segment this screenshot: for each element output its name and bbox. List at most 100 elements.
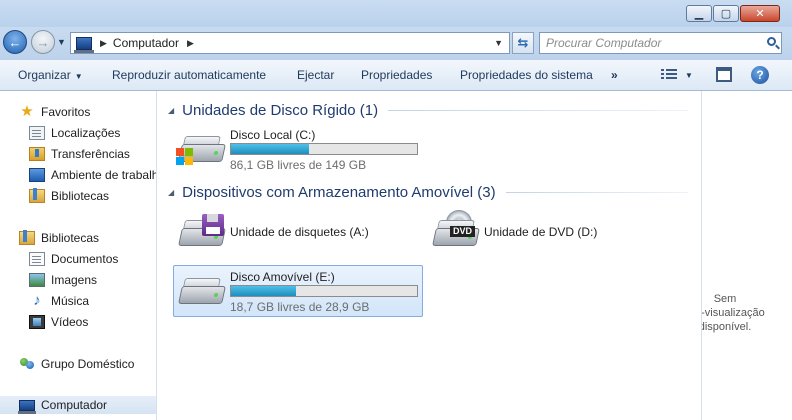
nav-label: Computador: [41, 398, 108, 412]
group-title: Dispositivos com Armazenamento Amovível …: [182, 184, 496, 201]
more-commands-button[interactable]: »: [611, 68, 618, 82]
floppy-disk-icon: [202, 214, 224, 236]
change-view-icon[interactable]: [661, 67, 677, 83]
recent-places-icon: [29, 126, 45, 140]
desktop-icon: [29, 168, 45, 182]
nav-label: Vídeos: [51, 315, 89, 329]
nav-label: Bibliotecas: [51, 189, 110, 203]
arrow-left-icon: ←: [8, 34, 22, 50]
organize-button[interactable]: Organizar ▼: [18, 68, 83, 82]
drive-usage-fill: [231, 286, 297, 296]
refresh-button[interactable]: ⇆: [512, 32, 534, 54]
close-button[interactable]: ✕: [740, 5, 780, 22]
drive-name: Disco Local (C:): [230, 128, 316, 142]
drive-free-space: 86,1 GB livres de 149 GB: [230, 158, 367, 172]
drive-name: Unidade de disquetes (A:): [230, 225, 369, 239]
music-note-icon: ♪: [33, 292, 41, 309]
command-bar: Organizar ▼ Reproduzir automaticamente Ej…: [0, 60, 792, 91]
preview-message: Sem pré-visualização disponível.: [702, 292, 782, 334]
video-icon: [29, 315, 45, 329]
organize-label: Organizar: [18, 68, 71, 82]
autoplay-button[interactable]: Reproduzir automaticamente: [112, 68, 266, 82]
windows-logo-icon: [176, 148, 194, 166]
nav-images[interactable]: Imagens: [29, 271, 97, 289]
computer-icon: [74, 36, 94, 53]
nav-label: Imagens: [51, 273, 98, 287]
arrow-right-icon: →: [36, 34, 50, 50]
floppy-drive-icon: [176, 214, 226, 254]
downloads-folder-icon: [29, 147, 45, 161]
preview-pane: Sem pré-visualização disponível.: [701, 91, 792, 420]
breadcrumb-computer[interactable]: Computador: [113, 36, 179, 50]
drive-local-c[interactable]: Disco Local (C:) 86,1 GB livres de 149 G…: [174, 124, 424, 176]
system-properties-button[interactable]: Propriedades do sistema: [460, 68, 593, 82]
nav-locations[interactable]: Localizações: [29, 124, 120, 142]
nav-favorites[interactable]: ★ Favoritos: [19, 103, 90, 121]
nav-label: Bibliotecas: [41, 231, 100, 245]
nav-libraries[interactable]: Bibliotecas: [19, 229, 99, 247]
preview-pane-icon[interactable]: [716, 67, 732, 82]
drive-floppy-a[interactable]: Unidade de disquetes (A:): [174, 208, 424, 260]
forward-button[interactable]: →: [31, 30, 55, 54]
documents-icon: [29, 252, 45, 266]
nav-label: Música: [51, 294, 90, 308]
drive-name: Disco Amovível (E:): [230, 270, 335, 284]
back-button[interactable]: ←: [3, 30, 27, 54]
hard-drive-icon: [176, 130, 226, 170]
eject-button[interactable]: Ejectar: [297, 68, 334, 82]
recent-pages-dropdown[interactable]: ▼: [57, 37, 66, 47]
maximize-button[interactable]: ▢: [713, 5, 739, 22]
search-input[interactable]: Procurar Computador: [539, 32, 782, 54]
group-title: Unidades de Disco Rígido (1): [182, 102, 379, 119]
drive-name: Unidade de DVD (D:): [484, 225, 598, 239]
libraries-icon: [29, 188, 45, 203]
address-dropdown-icon[interactable]: ▼: [494, 38, 503, 48]
breadcrumb-chevron-icon[interactable]: ▶: [187, 38, 194, 49]
collapse-triangle-icon[interactable]: ◢: [168, 188, 174, 197]
libraries-icon: [19, 230, 35, 245]
navigation-pane: ★ Favoritos Localizações Transferências A…: [0, 91, 157, 420]
nav-label: Ambiente de trabalho: [51, 168, 156, 182]
search-icon[interactable]: [767, 37, 776, 46]
nav-homegroup[interactable]: Grupo Doméstico: [19, 355, 134, 373]
nav-downloads[interactable]: Transferências: [29, 145, 130, 163]
group-header-removable[interactable]: ◢ Dispositivos com Armazenamento Amovíve…: [168, 184, 688, 201]
group-divider: [388, 110, 688, 111]
nav-favorites-libraries[interactable]: Bibliotecas: [29, 187, 109, 205]
minimize-button[interactable]: ▁: [686, 5, 712, 22]
drive-usage-fill: [231, 144, 310, 154]
drive-dvd-d[interactable]: DVD Unidade de DVD (D:): [428, 208, 678, 260]
nav-documents[interactable]: Documentos: [29, 250, 118, 268]
help-icon[interactable]: ?: [751, 66, 769, 84]
refresh-icon: ⇆: [517, 35, 529, 50]
preview-line: pré-visualização: [701, 307, 765, 319]
dvd-badge: DVD: [450, 226, 476, 237]
breadcrumb-chevron-icon[interactable]: ▶: [100, 38, 107, 49]
preview-line: Sem: [713, 293, 737, 305]
nav-label: Favoritos: [41, 105, 91, 119]
address-row: ← → ▼ ▶ Computador ▶ ▼ ⇆ Procurar Comput…: [0, 27, 792, 60]
view-options-dropdown[interactable]: ▼: [685, 71, 693, 80]
drive-usage-bar: [230, 143, 418, 155]
search-placeholder: Procurar Computador: [546, 36, 662, 50]
preview-line: disponível.: [701, 321, 752, 333]
chevron-down-icon: ▼: [74, 72, 83, 81]
nav-music[interactable]: ♪ Música: [29, 292, 89, 310]
window-controls: ▁ ▢ ✕: [685, 5, 780, 22]
nav-label: Transferências: [51, 147, 130, 161]
collapse-triangle-icon[interactable]: ◢: [168, 106, 174, 115]
nav-label: Localizações: [51, 126, 121, 140]
pictures-icon: [29, 273, 45, 287]
nav-desktop[interactable]: Ambiente de trabalho: [29, 166, 156, 184]
removable-drive-icon: [176, 272, 226, 312]
nav-label: Documentos: [51, 252, 119, 266]
nav-videos[interactable]: Vídeos: [29, 313, 88, 331]
nav-computer[interactable]: Computador: [0, 396, 156, 414]
drive-usage-bar: [230, 285, 418, 297]
drive-free-space: 18,7 GB livres de 28,9 GB: [230, 300, 370, 314]
address-bar[interactable]: ▶ Computador ▶ ▼: [70, 32, 510, 54]
group-header-hdd[interactable]: ◢ Unidades de Disco Rígido (1): [168, 102, 688, 119]
drive-removable-e[interactable]: Disco Amovível (E:) 18,7 GB livres de 28…: [173, 265, 423, 317]
properties-button[interactable]: Propriedades: [361, 68, 432, 82]
star-icon: ★: [20, 103, 34, 120]
